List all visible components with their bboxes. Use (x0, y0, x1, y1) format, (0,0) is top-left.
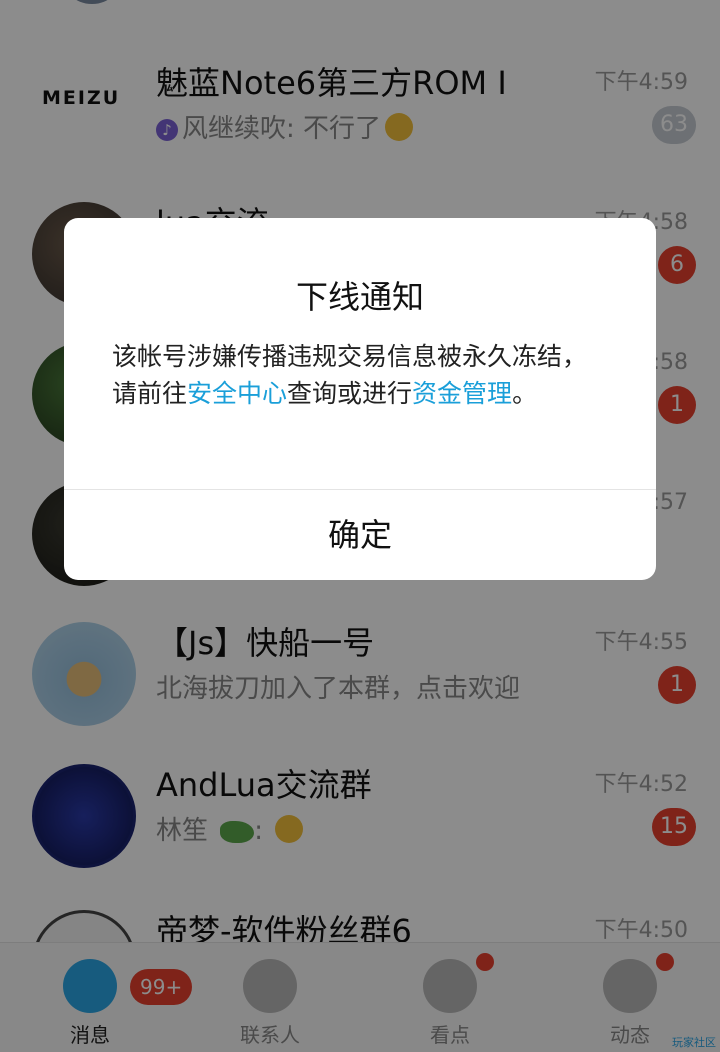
security-center-link[interactable]: 安全中心 (187, 379, 287, 408)
confirm-button[interactable]: 确定 (64, 490, 656, 580)
dialog-message: 该帐号涉嫌传播违规交易信息被永久冻结，请前往安全中心查询或进行资金管理。 (112, 342, 588, 408)
dialog-title: 下线通知 (295, 278, 424, 316)
fund-management-link[interactable]: 资金管理 (412, 379, 512, 408)
offline-notice-dialog: 下线通知 该帐号涉嫌传播违规交易信息被永久冻结，请前往安全中心查询或进行资金管理… (64, 218, 656, 580)
